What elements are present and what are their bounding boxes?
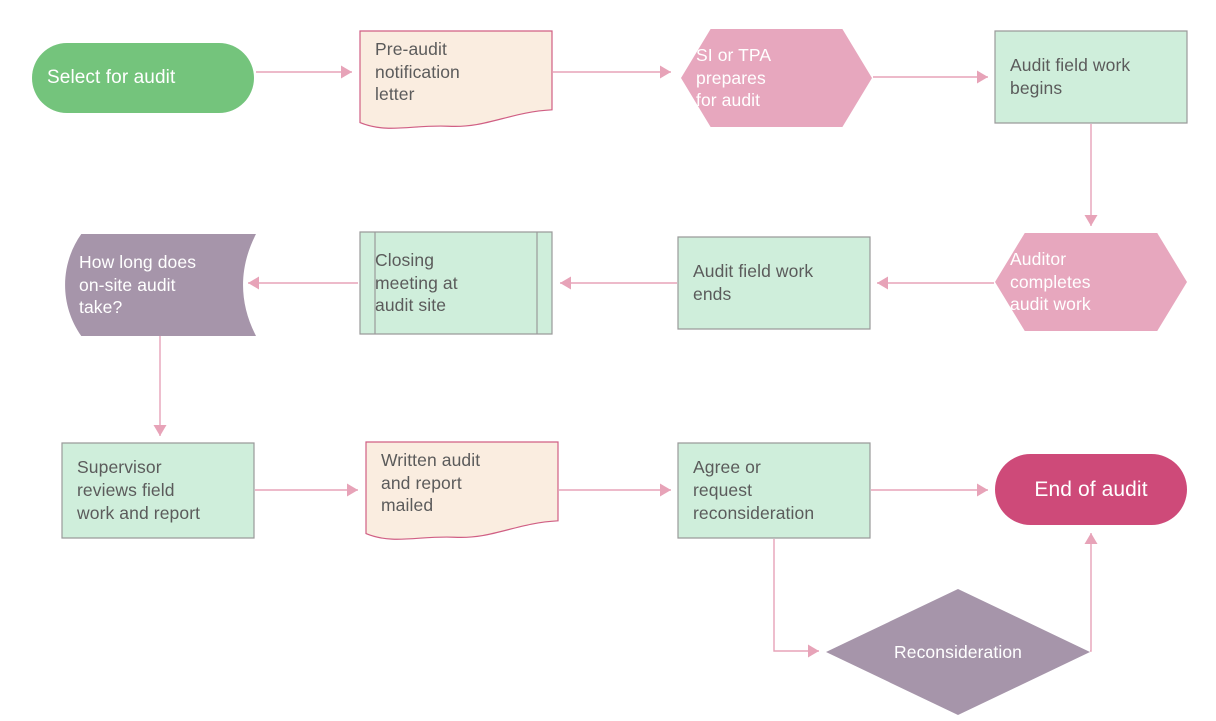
arrowhead-icon [1084, 533, 1098, 544]
flow-node-label-audit-field-work-begins: Audit field work begins [1010, 55, 1131, 98]
flow-node-audit-field-work-begins[interactable]: Audit field work begins [994, 30, 1188, 124]
flow-node-label-end-of-audit: End of audit [1034, 477, 1148, 501]
flow-node-agree-or-request-reconsideration[interactable]: Agree or request reconsideration [677, 442, 871, 539]
flow-node-si-or-tpa-prepares-for-audit[interactable]: SI or TPA prepares for audit [681, 29, 872, 127]
arrowhead-icon [977, 483, 988, 497]
flow-node-label-supervisor-reviews-field-work-and-report: Supervisor reviews field work and report [77, 457, 201, 523]
flow-node-label-auditor-completes-audit-work: Auditor completes audit work [1010, 248, 1091, 315]
connector-e5 [877, 276, 994, 290]
arrowhead-icon [153, 425, 167, 436]
flow-node-label-closing-meeting-at-audit-site: Closing meeting at audit site [375, 249, 458, 316]
flow-node-how-long-does-on-site-audit-take[interactable]: How long does on-site audit take? [64, 234, 256, 336]
connector-e1 [256, 65, 352, 79]
flow-node-label-written-audit-and-report-mailed: Written audit and report mailed [381, 449, 481, 516]
flow-node-audit-field-work-ends[interactable]: Audit field work ends [677, 236, 871, 330]
flow-node-label-si-or-tpa-prepares-for-audit: SI or TPA prepares for audit [696, 44, 772, 111]
connector-e2 [553, 65, 671, 79]
flow-node-pre-audit-notification-letter[interactable]: Pre-audit notification letter [359, 30, 553, 129]
flow-node-label-agree-or-request-reconsideration: Agree or request reconsideration [693, 457, 815, 523]
connector-e12 [773, 539, 819, 658]
arrowhead-icon [877, 276, 888, 290]
flow-node-closing-meeting-at-audit-site[interactable]: Closing meeting at audit site [359, 231, 553, 335]
arrowhead-icon [341, 65, 352, 79]
flow-node-label-select-for-audit: Select for audit [47, 66, 176, 88]
arrowhead-icon [560, 276, 571, 290]
flow-node-supervisor-reviews-field-work-and-report[interactable]: Supervisor reviews field work and report [61, 442, 255, 539]
flow-node-reconsideration[interactable]: Reconsideration [826, 589, 1090, 715]
connector-e9 [255, 483, 358, 497]
arrowhead-icon [977, 70, 988, 84]
flow-node-written-audit-and-report-mailed[interactable]: Written audit and report mailed [365, 441, 559, 540]
flow-node-label-audit-field-work-ends: Audit field work ends [693, 261, 814, 304]
flow-node-label-pre-audit-notification-letter: Pre-audit notification letter [375, 38, 460, 105]
arrowhead-icon [808, 644, 819, 658]
flow-node-label-reconsideration: Reconsideration [894, 641, 1022, 662]
flow-node-select-for-audit[interactable]: Select for audit [32, 43, 254, 113]
connector-e10 [559, 483, 671, 497]
arrowhead-icon [660, 483, 671, 497]
arrowhead-icon [1084, 215, 1098, 226]
flow-node-label-how-long-does-on-site-audit-take: How long does on-site audit take? [79, 251, 197, 318]
connector-e8 [153, 336, 167, 436]
connector-e7 [248, 276, 358, 290]
connector-e6 [560, 276, 677, 290]
arrowhead-icon [660, 65, 671, 79]
flowchart-canvas: Select for audit Pre-audit notification l… [0, 0, 1216, 721]
flow-node-auditor-completes-audit-work[interactable]: Auditor completes audit work [995, 233, 1187, 331]
flow-node-end-of-audit[interactable]: End of audit [995, 454, 1187, 525]
connector-e4 [1084, 124, 1098, 226]
connector-e3 [873, 70, 988, 84]
connector-e11 [871, 483, 988, 497]
arrowhead-icon [347, 483, 358, 497]
